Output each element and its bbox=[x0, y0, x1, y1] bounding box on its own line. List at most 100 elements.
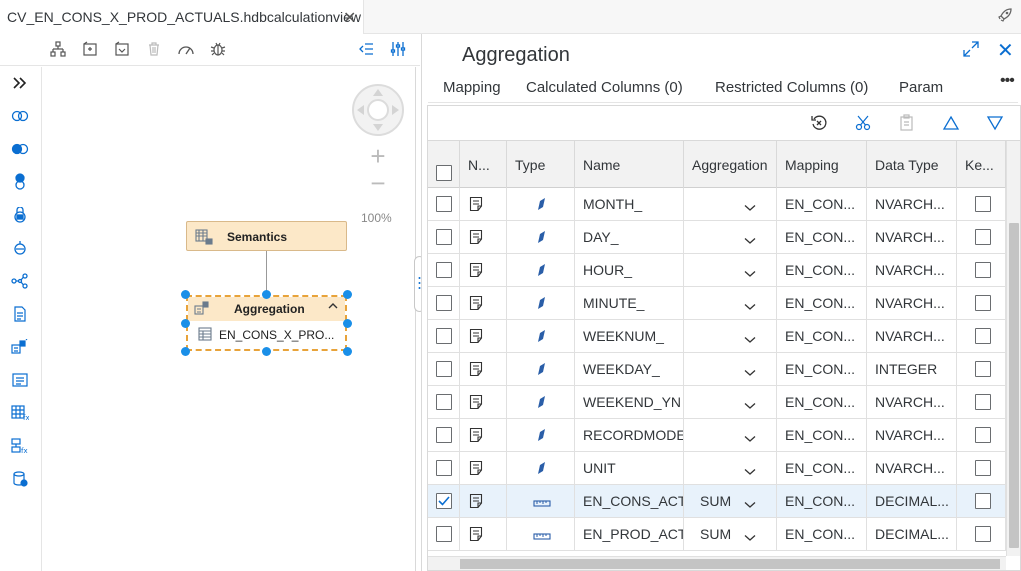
aggregation-cell[interactable] bbox=[684, 287, 777, 320]
name-cell[interactable]: HOUR_ bbox=[575, 254, 684, 287]
note-icon[interactable] bbox=[469, 196, 483, 215]
table-row[interactable]: EN_CONS_ACTUAL SUM EN_CON...DECIMAL... bbox=[428, 485, 1006, 518]
note-icon[interactable] bbox=[469, 229, 483, 248]
mapping-cell[interactable]: EN_CON... bbox=[777, 287, 867, 320]
chevron-down-icon[interactable] bbox=[744, 529, 756, 545]
settings-sliders-icon[interactable] bbox=[386, 38, 410, 60]
data-type-cell[interactable]: NVARCH... bbox=[867, 419, 957, 452]
tab-parameters[interactable]: Param bbox=[899, 79, 943, 96]
collapse-node-icon[interactable] bbox=[110, 38, 134, 60]
collapse-node-icon[interactable] bbox=[327, 300, 339, 314]
header-key[interactable]: Ke... bbox=[957, 141, 1006, 188]
mapping-cell[interactable]: EN_CON... bbox=[777, 320, 867, 353]
row-checkbox[interactable] bbox=[436, 493, 452, 509]
resize-handle[interactable] bbox=[181, 319, 190, 328]
row-checkbox[interactable] bbox=[436, 328, 452, 344]
restore-icon[interactable] bbox=[807, 112, 831, 134]
note-icon[interactable] bbox=[469, 427, 483, 446]
note-icon[interactable] bbox=[469, 493, 483, 512]
add-node-icon[interactable] bbox=[78, 38, 102, 60]
aggregation-cell[interactable] bbox=[684, 188, 777, 221]
table-row[interactable]: HOUR_ EN_CON... NVARCH... bbox=[428, 254, 1006, 287]
cut-icon[interactable] bbox=[851, 112, 875, 134]
horizontal-scroll-thumb[interactable] bbox=[460, 559, 1000, 569]
name-cell[interactable]: WEEKDAY_ bbox=[575, 353, 684, 386]
table-row[interactable]: DAY_ EN_CON... NVARCH... bbox=[428, 221, 1006, 254]
paste-icon[interactable] bbox=[895, 112, 919, 134]
vertical-scroll-thumb[interactable] bbox=[1009, 223, 1019, 548]
key-checkbox[interactable] bbox=[975, 427, 991, 443]
table-row[interactable]: MONTH_ EN_CON... NVARCH... bbox=[428, 188, 1006, 221]
key-checkbox[interactable] bbox=[975, 394, 991, 410]
key-checkbox[interactable] bbox=[975, 196, 991, 212]
table-row[interactable]: EN_PROD_ACTUAL SUM EN_CON...DECIMAL... bbox=[428, 518, 1006, 551]
editor-tab[interactable]: CV_EN_CONS_X_PROD_ACTUALS.hdbcalculation… bbox=[0, 0, 364, 34]
performance-icon[interactable] bbox=[174, 38, 198, 60]
header-data-type[interactable]: Data Type bbox=[867, 141, 957, 188]
aggregation-cell[interactable]: SUM bbox=[684, 485, 777, 518]
header-note[interactable]: N... bbox=[460, 141, 507, 188]
close-panel-icon[interactable]: ✕ bbox=[997, 38, 1014, 63]
row-checkbox[interactable] bbox=[436, 526, 452, 542]
resize-handle[interactable] bbox=[181, 290, 190, 299]
name-cell[interactable]: MINUTE_ bbox=[575, 287, 684, 320]
key-checkbox[interactable] bbox=[975, 526, 991, 542]
data-type-cell[interactable]: NVARCH... bbox=[867, 254, 957, 287]
table-row[interactable]: MINUTE_ EN_CON... NVARCH... bbox=[428, 287, 1006, 320]
semantics-node[interactable]: Semantics bbox=[186, 221, 347, 251]
table-row[interactable]: WEEKDAY_ EN_CON... INTEGER bbox=[428, 353, 1006, 386]
move-up-icon[interactable] bbox=[939, 112, 963, 134]
data-type-cell[interactable]: DECIMAL... bbox=[867, 485, 957, 518]
aggregation-cell[interactable] bbox=[684, 452, 777, 485]
row-checkbox[interactable] bbox=[436, 460, 452, 476]
chevron-down-icon[interactable] bbox=[744, 364, 756, 380]
maximize-icon[interactable] bbox=[963, 41, 979, 62]
zoom-in-button[interactable]: + bbox=[365, 143, 391, 170]
table-function-icon[interactable] bbox=[9, 304, 31, 324]
row-checkbox[interactable] bbox=[436, 427, 452, 443]
hierarchy-node-icon[interactable] bbox=[9, 271, 31, 291]
intersect-node-icon[interactable] bbox=[9, 238, 31, 258]
move-down-icon[interactable] bbox=[983, 112, 1007, 134]
aggregation-cell[interactable]: SUM bbox=[684, 518, 777, 551]
name-cell[interactable]: WEEKNUM_ bbox=[575, 320, 684, 353]
mapping-cell[interactable]: EN_CON... bbox=[777, 419, 867, 452]
close-tab-icon[interactable]: ✕ bbox=[343, 8, 356, 28]
name-cell[interactable]: MONTH_ bbox=[575, 188, 684, 221]
resize-handle[interactable] bbox=[343, 347, 352, 356]
mapping-cell[interactable]: EN_CON... bbox=[777, 221, 867, 254]
aggregation-cell[interactable] bbox=[684, 320, 777, 353]
chevron-down-icon[interactable] bbox=[744, 463, 756, 479]
zoom-out-button[interactable]: − bbox=[365, 170, 391, 197]
row-checkbox[interactable] bbox=[436, 262, 452, 278]
more-icon[interactable]: ••• bbox=[1000, 72, 1015, 90]
key-checkbox[interactable] bbox=[975, 229, 991, 245]
key-checkbox[interactable] bbox=[975, 493, 991, 509]
chevron-down-icon[interactable] bbox=[744, 199, 756, 215]
resize-handle[interactable] bbox=[262, 290, 271, 299]
expand-palette-icon[interactable] bbox=[9, 73, 31, 93]
rank-node-icon[interactable]: fx bbox=[9, 403, 31, 423]
key-checkbox[interactable] bbox=[975, 328, 991, 344]
note-icon[interactable] bbox=[469, 460, 483, 479]
aggregation-cell[interactable] bbox=[684, 353, 777, 386]
mapping-cell[interactable]: EN_CON... bbox=[777, 386, 867, 419]
name-cell[interactable]: DAY_ bbox=[575, 221, 684, 254]
chevron-down-icon[interactable] bbox=[744, 397, 756, 413]
pan-navigator[interactable] bbox=[352, 84, 404, 136]
data-source-node-icon[interactable] bbox=[9, 469, 31, 489]
header-aggregation[interactable]: Aggregation bbox=[684, 141, 777, 188]
row-checkbox[interactable] bbox=[436, 394, 452, 410]
tab-restricted-columns[interactable]: Restricted Columns (0) bbox=[715, 79, 868, 96]
name-cell[interactable]: WEEKEND_YN bbox=[575, 386, 684, 419]
note-icon[interactable] bbox=[469, 262, 483, 281]
note-icon[interactable] bbox=[469, 361, 483, 380]
data-type-cell[interactable]: INTEGER bbox=[867, 353, 957, 386]
resize-handle[interactable] bbox=[343, 319, 352, 328]
name-cell[interactable]: EN_CONS_ACTUAL bbox=[575, 485, 684, 518]
collapse-palette-icon[interactable] bbox=[354, 38, 378, 60]
select-all-checkbox[interactable] bbox=[436, 165, 452, 181]
data-type-cell[interactable]: NVARCH... bbox=[867, 386, 957, 419]
mapping-cell[interactable]: EN_CON... bbox=[777, 353, 867, 386]
row-checkbox[interactable] bbox=[436, 361, 452, 377]
